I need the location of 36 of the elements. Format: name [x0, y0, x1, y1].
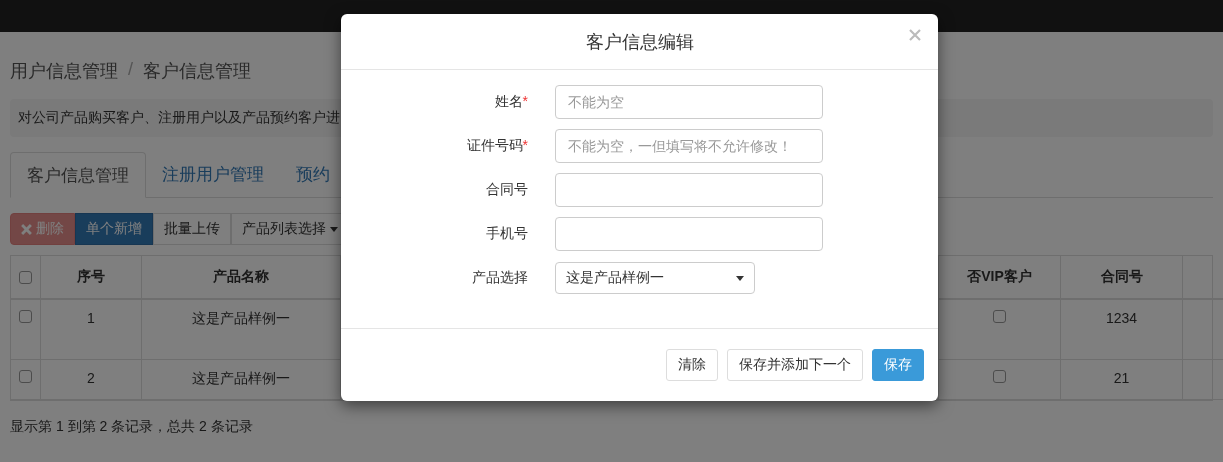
input-field[interactable]: 不能为空: [555, 85, 823, 119]
modal-title: 客户信息编辑: [585, 30, 694, 54]
pagination-info: 显示第 1 到第 2 条记录，总共 2 条记录: [10, 418, 254, 436]
column-header: 序号: [41, 256, 142, 300]
toolbar-button[interactable]: 单个新增: [75, 213, 153, 245]
breadcrumb-item[interactable]: 用户信息管理: [10, 59, 118, 83]
table-cell: 21: [1061, 360, 1183, 400]
checkbox[interactable]: [19, 370, 32, 383]
tab[interactable]: 客户信息管理: [10, 152, 146, 198]
close-button[interactable]: [908, 28, 922, 42]
close-icon: [908, 28, 922, 42]
input-field[interactable]: [555, 217, 823, 251]
input-field[interactable]: 不能为空，一但填写将不允许修改！: [555, 129, 823, 163]
table-cell: 1: [41, 300, 142, 360]
checkbox[interactable]: [19, 310, 32, 323]
breadcrumb-item: 客户信息管理: [143, 60, 251, 83]
toolbar-button[interactable]: 批量上传: [153, 213, 231, 245]
dialog-button[interactable]: 保存并添加下一个: [727, 349, 863, 381]
tab[interactable]: 注册用户管理: [146, 152, 280, 197]
field-label: 手机号: [485, 225, 528, 243]
dialog-button[interactable]: 保存: [872, 349, 924, 381]
dialog-button[interactable]: 清除: [666, 349, 718, 381]
input-field[interactable]: [555, 173, 823, 207]
column-header: 合同号: [1061, 256, 1183, 300]
field-label: 产品选择: [471, 269, 528, 287]
checkbox[interactable]: [19, 270, 32, 284]
select-field[interactable]: 这是产品样例一: [555, 262, 755, 294]
field-label: 合同号: [485, 181, 528, 199]
breadcrumb-separator: /: [128, 59, 133, 81]
table-cell: 1234: [1061, 300, 1183, 360]
field-label: 证件号码*: [465, 137, 528, 155]
table-cell: 2: [41, 360, 142, 400]
checkbox[interactable]: [993, 310, 1006, 323]
checkbox[interactable]: [993, 370, 1006, 383]
caret-icon: [330, 226, 338, 232]
caret-icon: [736, 275, 744, 281]
